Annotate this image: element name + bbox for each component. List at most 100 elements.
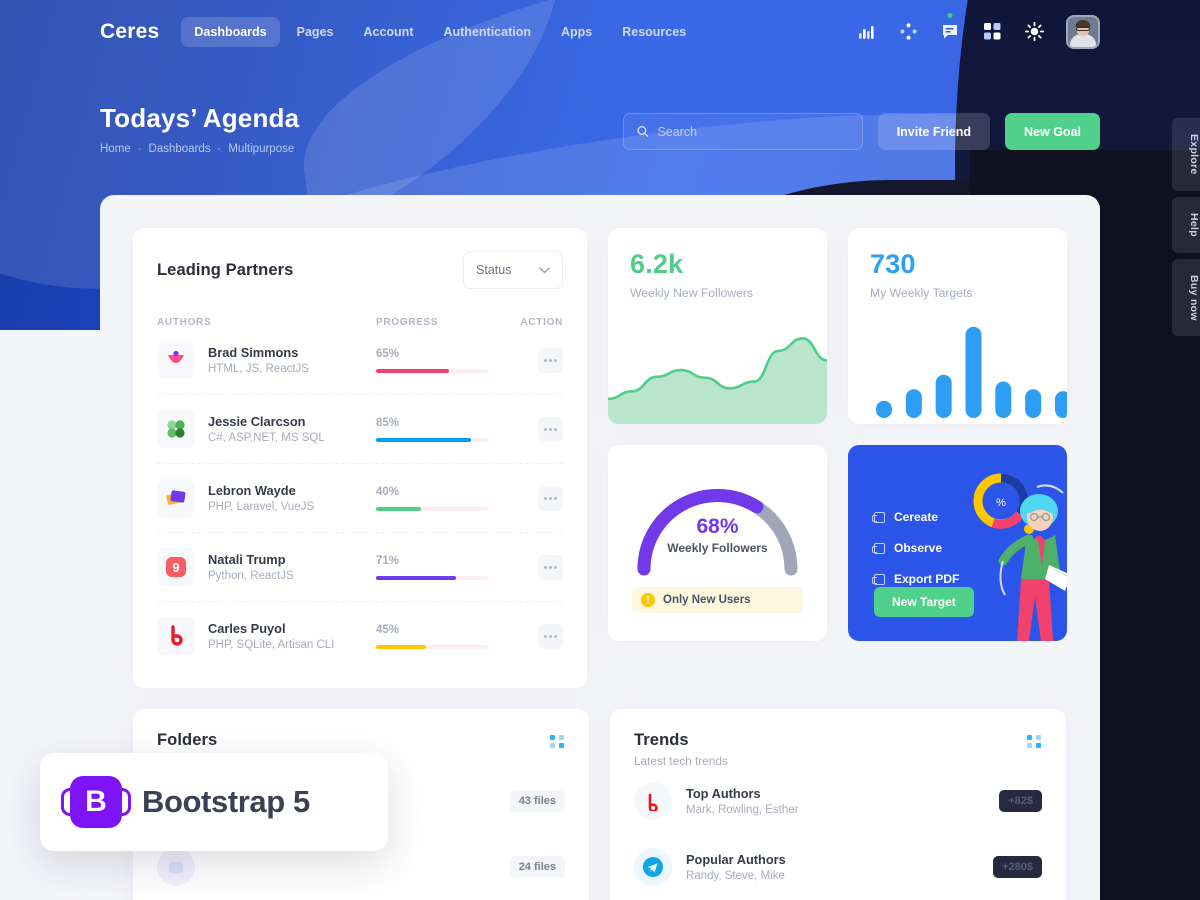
folder-file-count: 24 files bbox=[509, 856, 565, 878]
trend-info: Popular Authors Randy, Steve, Mike bbox=[686, 852, 786, 882]
nav-link-dashboards[interactable]: Dashboards bbox=[181, 16, 280, 47]
side-tab-explore[interactable]: Explore bbox=[1172, 118, 1200, 191]
partner-info: Jessie Clarcson C#, ASP.NET, MS SQL bbox=[208, 414, 376, 444]
table-row[interactable]: 9 Natali Trump Python, ReactJS 71% bbox=[157, 532, 563, 601]
bar-4 bbox=[965, 326, 982, 418]
table-row[interactable]: Brad Simmons HTML, JS, ReactJS 65% bbox=[157, 328, 563, 394]
svg-text:9: 9 bbox=[172, 560, 179, 575]
list-item[interactable]: Top Authors Mark, Rowling, Esther +82$ bbox=[634, 768, 1042, 834]
row-actions-button[interactable] bbox=[538, 554, 563, 580]
partner-skills: Python, ReactJS bbox=[208, 570, 294, 582]
folders-menu-icon[interactable] bbox=[550, 735, 565, 748]
gauge-percent: 68% bbox=[696, 515, 739, 538]
breadcrumb-item-2[interactable]: Multipurpose bbox=[228, 143, 294, 155]
breadcrumb-item-0[interactable]: Home bbox=[100, 143, 131, 155]
partner-skills: PHP, Laravel, VueJS bbox=[208, 501, 315, 513]
partner-logo bbox=[157, 617, 195, 655]
bar-chart-icon[interactable] bbox=[856, 22, 876, 42]
partners-table-head: AUTHORS PROGRESS ACTION bbox=[157, 317, 563, 328]
gauge-wrap: 68% Weekly Followers bbox=[624, 473, 811, 581]
list-item[interactable]: Popular Authors Randy, Steve, Mike +280$ bbox=[634, 834, 1042, 900]
checkbox-icon[interactable] bbox=[872, 511, 885, 523]
partner-skills: PHP, SQLite, Artisan CLI bbox=[208, 639, 335, 651]
partner-name: Jessie Clarcson bbox=[208, 414, 306, 429]
partner-logo bbox=[157, 479, 195, 517]
nav-link-resources[interactable]: Resources bbox=[609, 17, 699, 47]
shuffle-icon[interactable] bbox=[898, 22, 918, 42]
weekly-followers-gauge-card: 68% Weekly Followers ! Only New Users bbox=[608, 445, 827, 641]
nav-link-account[interactable]: Account bbox=[350, 17, 426, 47]
row-actions-button[interactable] bbox=[538, 623, 563, 649]
nav-link-authentication[interactable]: Authentication bbox=[430, 17, 544, 47]
bar-5 bbox=[995, 381, 1012, 418]
bootstrap-overlay-title: Bootstrap 5 bbox=[142, 784, 310, 819]
partner-skills: HTML, JS, ReactJS bbox=[208, 363, 309, 375]
nav-actions bbox=[856, 12, 1100, 49]
bootstrap-overlay-card[interactable]: B Bootstrap 5 bbox=[40, 753, 388, 851]
gauge-alert: ! Only New Users bbox=[632, 587, 803, 613]
nav-link-apps[interactable]: Apps bbox=[548, 17, 605, 47]
followers-head: 6.2k Weekly New Followers bbox=[608, 228, 827, 300]
followers-value: 6.2k bbox=[630, 249, 684, 279]
hero-toolbar: Invite Friend New Goal bbox=[622, 113, 1100, 150]
table-row[interactable]: Jessie Clarcson C#, ASP.NET, MS SQL 85% bbox=[157, 394, 563, 463]
partners-header: Leading Partners Status bbox=[157, 251, 563, 289]
trend-amount-badge: +280$ bbox=[993, 856, 1042, 878]
search-input[interactable] bbox=[657, 124, 849, 139]
search-box[interactable] bbox=[622, 113, 863, 150]
checkbox-icon[interactable] bbox=[872, 542, 885, 554]
side-tabs: Explore Help Buy now bbox=[1172, 118, 1200, 337]
side-tab-buy-now[interactable]: Buy now bbox=[1172, 258, 1200, 337]
telegram-icon bbox=[634, 848, 672, 886]
leading-partners-card: Leading Partners Status AUTHORS PROGRESS… bbox=[133, 228, 587, 688]
trend-name: Top Authors bbox=[686, 786, 761, 801]
target-item-label: Observe bbox=[894, 541, 943, 555]
chat-icon[interactable] bbox=[940, 12, 960, 42]
targets-head: 730 My Weekly Targets bbox=[848, 228, 1067, 300]
stat-column-left: 6.2k Weekly New Followers 68% Weekly Fol… bbox=[608, 228, 827, 688]
row-actions-button[interactable] bbox=[538, 416, 563, 442]
nav-link-pages[interactable]: Pages bbox=[284, 17, 347, 47]
trends-menu-icon[interactable] bbox=[1027, 735, 1042, 748]
row-actions-button[interactable] bbox=[538, 485, 563, 511]
table-row[interactable]: Lebron Wayde PHP, Laravel, VueJS 40% bbox=[157, 463, 563, 532]
checkbox-icon[interactable] bbox=[872, 573, 885, 585]
nine-icon: 9 bbox=[166, 557, 186, 577]
person-illustration: % bbox=[973, 473, 1067, 641]
progress-percent: 71% bbox=[376, 554, 400, 567]
row-actions-button[interactable] bbox=[538, 347, 563, 373]
table-row[interactable]: Carles Puyol PHP, SQLite, Artisan CLI 45% bbox=[157, 601, 563, 670]
avatar-body bbox=[1070, 33, 1096, 47]
bootstrap-logo-letter: B bbox=[85, 785, 107, 818]
breadcrumb-separator: - bbox=[137, 143, 142, 155]
folders-title: Folders bbox=[157, 731, 218, 749]
gauge-sublabel: Weekly Followers bbox=[667, 541, 768, 555]
partner-progress: 85% bbox=[376, 417, 512, 442]
bar-3 bbox=[935, 374, 952, 418]
brand-logo[interactable]: Ceres bbox=[100, 20, 159, 44]
progress-fill bbox=[376, 506, 421, 511]
partner-logo bbox=[157, 341, 195, 379]
partner-skills: C#, ASP.NET, MS SQL bbox=[208, 432, 325, 444]
page-header: Todays’ Agenda Home - Dashboards - Multipurp… bbox=[100, 103, 299, 155]
trends-subtitle: Latest tech trends bbox=[634, 754, 728, 768]
folder-file-count: 43 files bbox=[509, 790, 565, 812]
avatar-glasses bbox=[1076, 26, 1090, 31]
avatar-hair bbox=[1075, 19, 1091, 27]
trend-description: Randy, Steve, Mike bbox=[686, 870, 785, 882]
chevron-down-icon bbox=[539, 266, 550, 274]
new-goal-button[interactable]: New Goal bbox=[1005, 113, 1100, 150]
grid-icon[interactable] bbox=[982, 22, 1002, 42]
partner-progress: 40% bbox=[376, 486, 512, 511]
avatar[interactable] bbox=[1066, 14, 1100, 49]
partner-name: Lebron Wayde bbox=[208, 483, 296, 498]
trends-header: Trends Latest tech trends bbox=[634, 731, 1042, 768]
breadcrumb-item-1[interactable]: Dashboards bbox=[149, 143, 211, 155]
col-authors: AUTHORS bbox=[157, 317, 212, 328]
sun-icon[interactable] bbox=[1024, 22, 1044, 42]
invite-friend-button[interactable]: Invite Friend bbox=[877, 113, 991, 150]
status-select[interactable]: Status bbox=[463, 251, 563, 289]
targets-label: My Weekly Targets bbox=[870, 286, 973, 300]
side-tab-help[interactable]: Help bbox=[1172, 196, 1200, 253]
partner-info: Lebron Wayde PHP, Laravel, VueJS bbox=[208, 483, 376, 513]
